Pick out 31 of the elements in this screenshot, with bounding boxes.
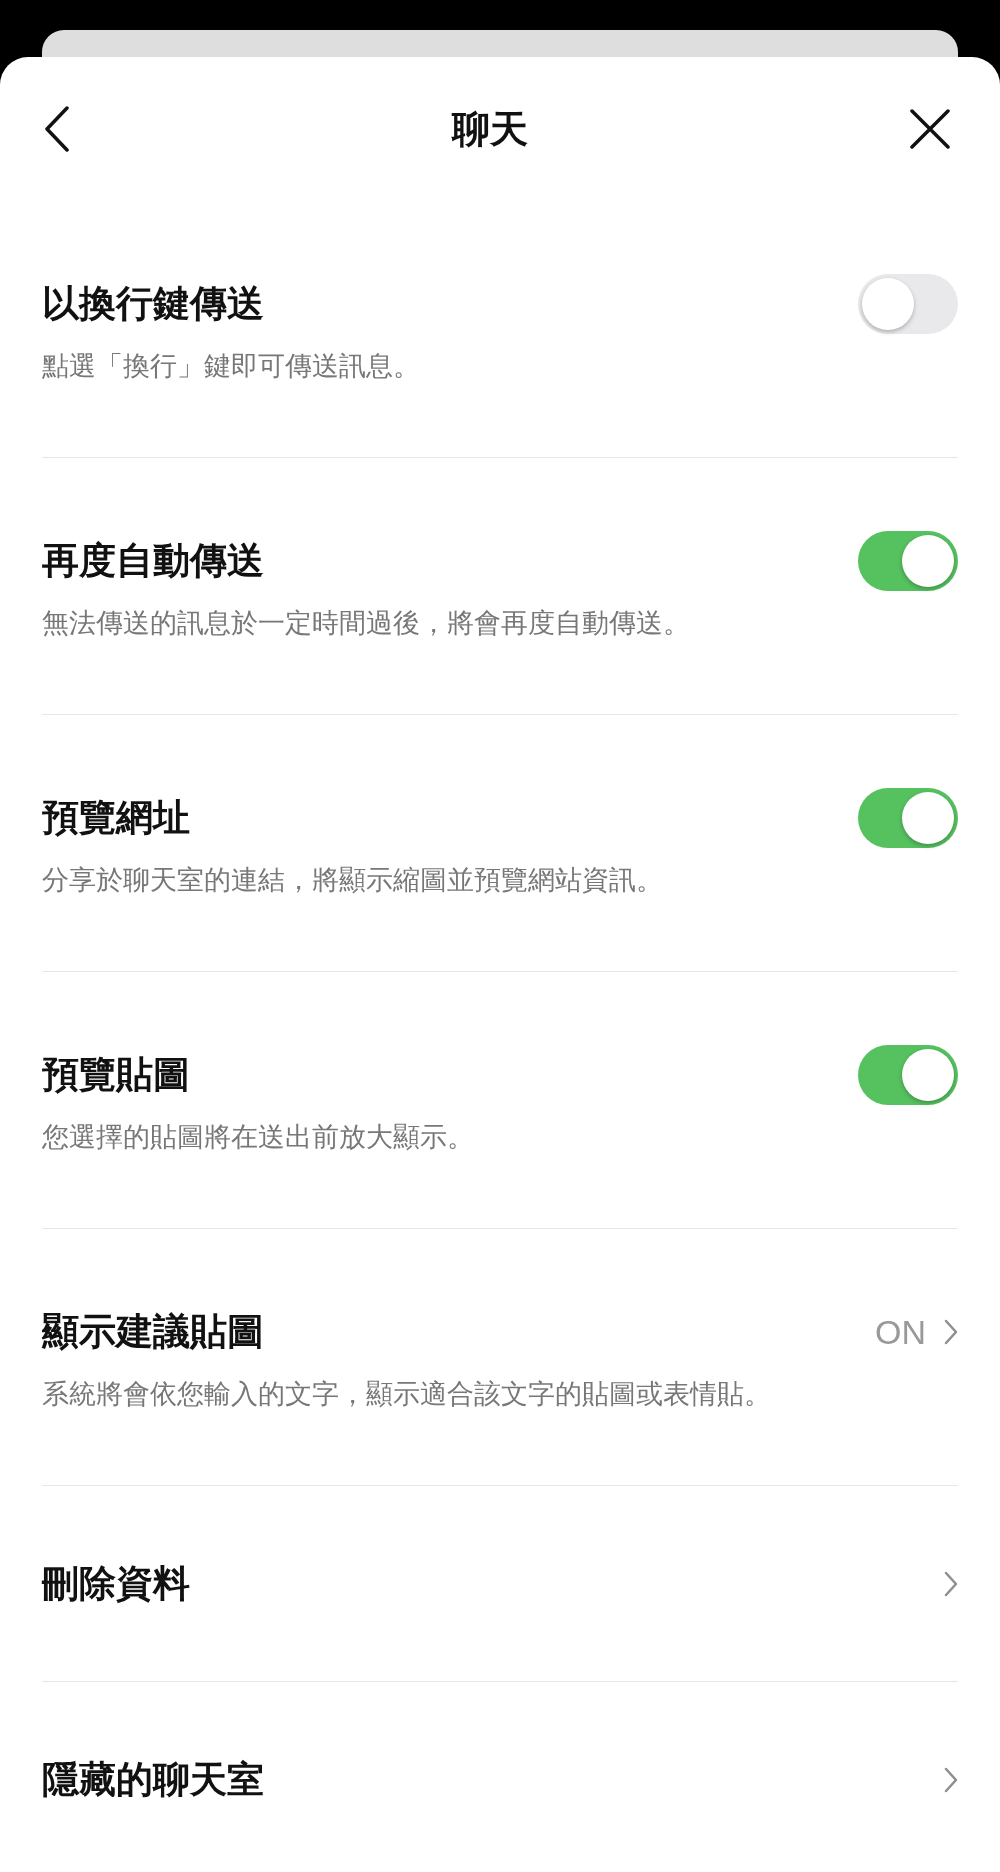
- setting-title: 再度自動傳送: [42, 538, 264, 584]
- setting-description: 系統將會依您輸入的文字，顯示適合該文字的貼圖或表情貼。: [42, 1377, 772, 1411]
- chevron-icon: [944, 1319, 958, 1345]
- setting-row[interactable]: 隱藏的聊天室: [42, 1682, 958, 1872]
- chevron-icon: [944, 1767, 958, 1793]
- back-button[interactable]: [44, 106, 70, 152]
- setting-description: 無法傳送的訊息於一定時間過後，將會再度自動傳送。: [42, 606, 691, 640]
- setting-title: 預覽網址: [42, 795, 190, 841]
- setting-row[interactable]: 再度自動傳送 無法傳送的訊息於一定時間過後，將會再度自動傳送。: [42, 458, 958, 715]
- setting-description: 點選「換行」鍵即可傳送訊息。: [42, 349, 421, 383]
- back-icon: [44, 106, 70, 152]
- setting-description: 您選擇的貼圖將在送出前放大顯示。: [42, 1120, 475, 1154]
- setting-title: 顯示建議貼圖: [42, 1309, 264, 1355]
- setting-row[interactable]: 刪除資料: [42, 1486, 958, 1682]
- screen-title: 聊天: [452, 105, 528, 153]
- setting-row[interactable]: 預覽貼圖 您選擇的貼圖將在送出前放大顯示。: [42, 972, 958, 1229]
- setting-row[interactable]: 預覽網址 分享於聊天室的連結，將顯示縮圖並預覽網站資訊。: [42, 715, 958, 972]
- setting-description: 分享於聊天室的連結，將顯示縮圖並預覽網站資訊。: [42, 863, 664, 897]
- close-icon: [910, 109, 950, 149]
- setting-value: ON: [875, 1312, 926, 1352]
- setting-title: 隱藏的聊天室: [42, 1757, 264, 1803]
- toggle-switch[interactable]: [858, 1045, 958, 1105]
- setting-row[interactable]: 以換行鍵傳送 點選「換行」鍵即可傳送訊息。: [42, 201, 958, 458]
- setting-title: 以換行鍵傳送: [42, 281, 264, 327]
- setting-row[interactable]: 顯示建議貼圖 ON 系統將會依您輸入的文字，顯示適合該文字的貼圖或表情貼。: [42, 1229, 958, 1486]
- setting-title: 預覽貼圖: [42, 1052, 190, 1098]
- toggle-switch[interactable]: [858, 531, 958, 591]
- toggle-switch[interactable]: [858, 788, 958, 848]
- close-button[interactable]: [910, 109, 950, 149]
- setting-title: 刪除資料: [42, 1561, 190, 1607]
- chevron-icon: [944, 1571, 958, 1597]
